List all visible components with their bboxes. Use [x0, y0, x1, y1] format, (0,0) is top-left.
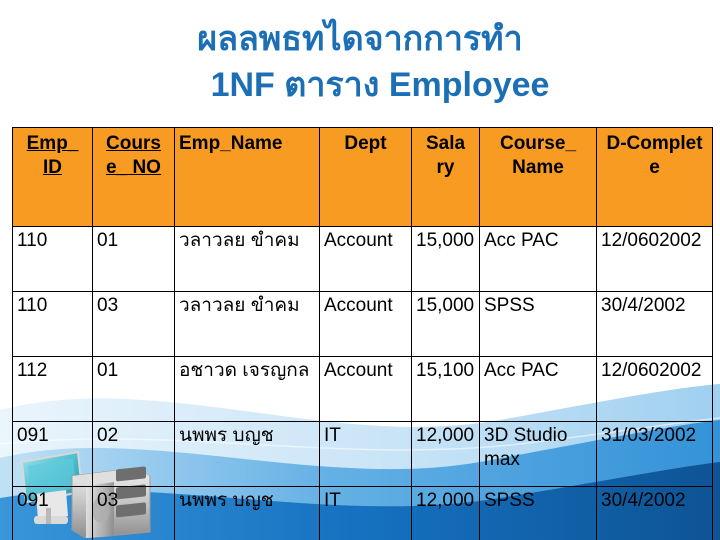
table-header-row: Emp_ ID Cours e_ NO Emp_Name Dept Sala r…	[12, 127, 713, 227]
cell-emp-id: 110	[12, 226, 93, 292]
cell-d-complete: 12/0602002	[596, 226, 713, 292]
column-header-salary: Sala ry	[411, 127, 480, 227]
slide-title-line-2: 1NF ตาราง Employee	[210, 66, 550, 104]
cell-d-complete: 30/4/2002	[596, 486, 713, 540]
cell-dept: IT	[319, 486, 412, 540]
cell-emp-id: 091	[12, 421, 93, 487]
cell-d-complete: 30/4/2002	[596, 291, 713, 357]
table-body: 110 01 วลาวลย ขำคม Account 15,000 Acc PA…	[12, 226, 713, 540]
column-header-course-no: Cours e_ NO	[92, 127, 175, 227]
cell-emp-name: นพพร บญช	[174, 421, 320, 487]
cell-salary: 15,100	[411, 356, 480, 422]
table-row: 112 01 อชาวด เจรญกล Account 15,100 Acc P…	[12, 356, 713, 422]
cell-course-name: SPSS	[479, 291, 597, 357]
cell-d-complete: 12/0602002	[596, 356, 713, 422]
column-header-emp-id: Emp_ ID	[12, 127, 93, 227]
table-row: 091 03 นพพร บญช IT 12,000 SPSS 30/4/2002	[12, 486, 713, 540]
cell-dept: IT	[319, 421, 412, 487]
table-row: 110 01 วลาวลย ขำคม Account 15,000 Acc PA…	[12, 226, 713, 292]
slide-title-line-1: ผลลพธทไดจากการทำ	[197, 20, 523, 58]
employee-1nf-table-container: Emp_ ID Cours e_ NO Emp_Name Dept Sala r…	[12, 127, 713, 540]
cell-salary: 15,000	[411, 291, 480, 357]
cell-course-name: 3D Studio max	[479, 421, 597, 487]
cell-course-no: 02	[92, 421, 175, 487]
cell-emp-id: 091	[12, 486, 93, 540]
cell-dept: Account	[319, 226, 412, 292]
column-header-course-name: Course_ Name	[479, 127, 597, 227]
cell-salary: 12,000	[411, 486, 480, 540]
cell-salary: 15,000	[411, 226, 480, 292]
cell-emp-id: 110	[12, 291, 93, 357]
presentation-slide: ผลลพธทไดจากการทำ 1NF ตาราง Employee Emp_…	[0, 0, 720, 540]
cell-course-name: SPSS	[479, 486, 597, 540]
column-header-dept: Dept	[319, 127, 412, 227]
cell-course-name: Acc PAC	[479, 356, 597, 422]
cell-course-no: 01	[92, 356, 175, 422]
cell-d-complete: 31/03/2002	[596, 421, 713, 487]
column-header-emp-name: Emp_Name	[174, 127, 320, 227]
employee-1nf-table: Emp_ ID Cours e_ NO Emp_Name Dept Sala r…	[12, 127, 713, 540]
cell-course-no: 03	[92, 291, 175, 357]
cell-emp-id: 112	[12, 356, 93, 422]
cell-course-no: 01	[92, 226, 175, 292]
cell-salary: 12,000	[411, 421, 480, 487]
cell-dept: Account	[319, 356, 412, 422]
cell-course-name: Acc PAC	[479, 226, 597, 292]
cell-dept: Account	[319, 291, 412, 357]
cell-course-no: 03	[92, 486, 175, 540]
cell-emp-name: วลาวลย ขำคม	[174, 226, 320, 292]
cell-emp-name: นพพร บญช	[174, 486, 320, 540]
cell-emp-name: วลาวลย ขำคม	[174, 291, 320, 357]
column-header-d-complete: D-Complet e	[596, 127, 713, 227]
table-row: 110 03 วลาวลย ขำคม Account 15,000 SPSS 3…	[12, 291, 713, 357]
slide-title: ผลลพธทไดจากการทำ 1NF ตาราง Employee	[0, 16, 720, 108]
cell-emp-name: อชาวด เจรญกล	[174, 356, 320, 422]
table-row: 091 02 นพพร บญช IT 12,000 3D Studio max …	[12, 421, 713, 487]
